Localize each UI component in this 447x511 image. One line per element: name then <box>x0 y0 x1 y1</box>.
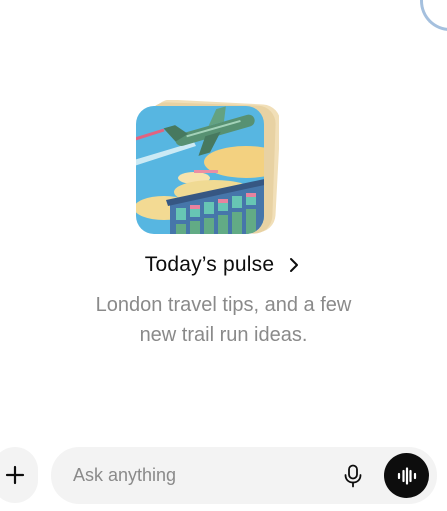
airplane-terminal-image <box>136 100 279 234</box>
ask-anything-input[interactable] <box>73 447 323 504</box>
voice-waveform-icon <box>397 466 416 485</box>
add-attachment-button[interactable] <box>0 447 38 503</box>
pulse-subtitle-line2: new trail run ideas. <box>139 324 308 346</box>
pulse-illustration[interactable] <box>134 100 279 238</box>
pulse-title-link[interactable]: Today’s pulse <box>0 253 447 277</box>
microphone-icon <box>344 464 362 488</box>
pulse-subtitle-line1: London travel tips, and a few <box>95 294 352 316</box>
corner-decoration <box>420 0 447 31</box>
composer-bar <box>51 447 437 504</box>
voice-mode-button[interactable] <box>384 453 429 498</box>
chevron-right-icon <box>290 258 299 272</box>
pulse-subtitle: London travel tips, and a few new trail … <box>40 290 407 350</box>
dictate-button[interactable] <box>340 463 366 489</box>
plus-icon <box>5 465 25 485</box>
pulse-title: Today’s pulse <box>144 253 275 276</box>
